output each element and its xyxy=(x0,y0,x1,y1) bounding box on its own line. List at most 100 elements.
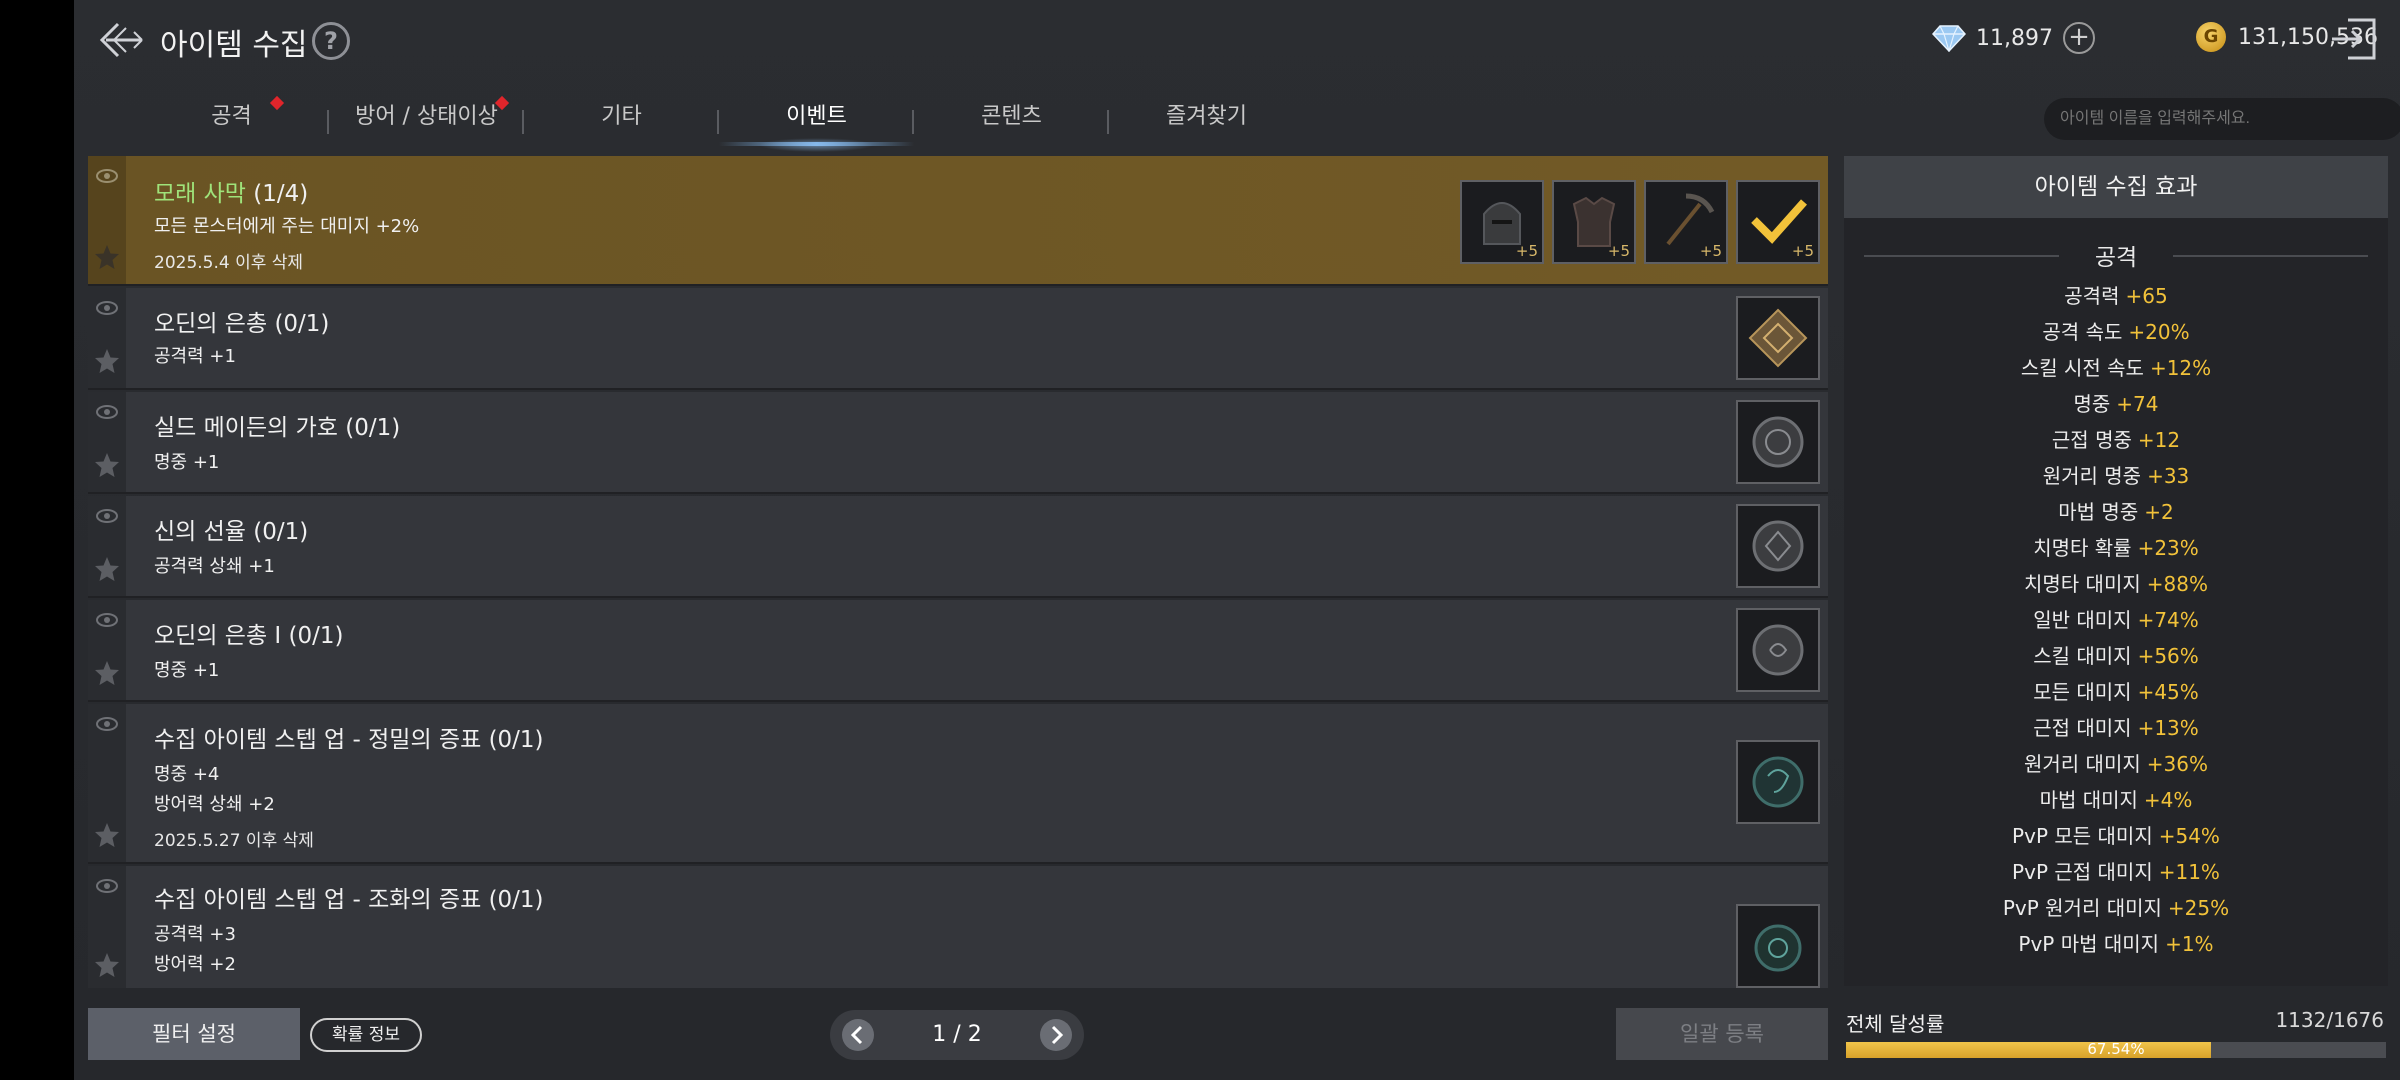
item-slot[interactable]: +5 xyxy=(1460,180,1544,264)
stat-row: 마법 명중 +2 xyxy=(1844,496,2388,525)
next-page-button[interactable] xyxy=(1040,1019,1072,1051)
item-slot[interactable] xyxy=(1736,740,1820,824)
tab-label: 콘텐츠 xyxy=(981,104,1042,129)
diamond-currency: 11,897 + xyxy=(1932,22,2095,54)
collection-name: 신의 선율 (0/1) xyxy=(154,512,308,546)
item-slot[interactable] xyxy=(1736,296,1820,380)
collection-progress: (0/1) xyxy=(274,311,330,337)
collection-progress: (0/1) xyxy=(488,727,544,753)
stat-value: +65 xyxy=(2125,284,2168,308)
collection-row[interactable]: 오딘의 은총 I (0/1) 명중 +1 xyxy=(88,600,1828,702)
exit-button[interactable] xyxy=(2328,16,2378,62)
collection-name: 실드 메이든의 가호 (0/1) xyxy=(154,408,400,442)
stat-row: 스킬 대미지 +56% xyxy=(1844,640,2388,669)
stat-label: 스킬 시전 속도 xyxy=(2020,356,2144,380)
add-diamond-button[interactable]: + xyxy=(2062,22,2095,54)
star-icon[interactable] xyxy=(94,244,120,270)
item-slot[interactable] xyxy=(1736,904,1820,988)
collection-effect: 명중 +1 xyxy=(154,452,220,473)
coin-emblem-icon xyxy=(1752,624,1804,676)
panel-title: 아이템 수집 효과 xyxy=(1844,156,2388,218)
collection-name: 수집 아이템 스텝 업 - 조화의 증표 (0/1) xyxy=(154,880,544,914)
chevron-left-icon xyxy=(850,1025,863,1045)
eye-icon[interactable] xyxy=(96,168,118,184)
stat-label: 마법 대미지 xyxy=(2039,788,2138,812)
prev-page-button[interactable] xyxy=(842,1019,874,1051)
star-icon[interactable] xyxy=(94,660,120,686)
eye-icon[interactable] xyxy=(96,612,118,628)
collection-progress: (0/1) xyxy=(488,887,544,913)
tab-favorites[interactable]: 즐겨찾기 xyxy=(1109,92,1304,152)
batch-register-button[interactable]: 일괄 등록 xyxy=(1616,1008,1828,1060)
eye-icon[interactable] xyxy=(96,508,118,524)
expiry-note: 2025.5.27 이후 삭제 xyxy=(154,831,314,851)
star-icon[interactable] xyxy=(94,452,120,478)
collection-effect: 명중 +4 xyxy=(154,764,220,785)
stat-value: +13% xyxy=(2137,716,2199,740)
stat-row: 치명타 대미지 +88% xyxy=(1844,568,2388,597)
tab-attack[interactable]: 공격 xyxy=(134,92,329,152)
tab-defense-status[interactable]: 방어 / 상태이상 xyxy=(329,92,524,152)
enhance-level: +5 xyxy=(1607,242,1630,260)
collection-row-sand-desert[interactable]: 모래 사막 (1/4) 모든 몬스터에게 주는 대미지 +2% 2025.5.4… xyxy=(88,156,1828,286)
collection-list: 모래 사막 (1/4) 모든 몬스터에게 주는 대미지 +2% 2025.5.4… xyxy=(88,156,1828,988)
collection-row[interactable]: 신의 선율 (0/1) 공격력 상쇄 +1 xyxy=(88,496,1828,598)
eye-icon[interactable] xyxy=(96,404,118,420)
collection-effect: 방어력 +2 xyxy=(154,954,236,975)
stat-value: +36% xyxy=(2146,752,2208,776)
diamond-amount: 11,897 xyxy=(1976,25,2053,51)
item-slot[interactable]: +5 xyxy=(1552,180,1636,264)
star-icon[interactable] xyxy=(94,348,120,374)
item-slot[interactable]: +5 xyxy=(1644,180,1728,264)
stat-label: 공격력 xyxy=(2064,284,2120,308)
page-title: 아이템 수집 xyxy=(160,28,308,63)
tab-other[interactable]: 기타 xyxy=(524,92,719,152)
diamond-icon xyxy=(1932,25,1966,52)
item-slot[interactable] xyxy=(1736,608,1820,692)
stat-label: 마법 명중 xyxy=(2058,500,2139,524)
filter-settings-button[interactable]: 필터 설정 xyxy=(88,1008,300,1060)
collection-effect: 공격력 +3 xyxy=(154,924,236,945)
tab-label: 공격 xyxy=(211,104,252,129)
page-indicator: 1 / 2 xyxy=(932,1022,982,1047)
collection-progress: (0/1) xyxy=(288,623,344,649)
probability-info-button[interactable]: 확률 정보 xyxy=(310,1018,422,1052)
collection-effect: 명중 +1 xyxy=(154,660,220,681)
stat-row: PvP 모든 대미지 +54% xyxy=(1844,820,2388,849)
eye-icon[interactable] xyxy=(96,878,118,894)
stat-label: PvP 원거리 대미지 xyxy=(2002,896,2162,920)
collection-progress: (0/1) xyxy=(253,519,309,545)
star-icon[interactable] xyxy=(94,822,120,848)
collection-title: 모래 사막 xyxy=(154,181,246,207)
tab-event[interactable]: 이벤트 xyxy=(719,92,914,152)
chevron-right-icon xyxy=(1051,1025,1064,1045)
stat-row: 원거리 대미지 +36% xyxy=(1844,748,2388,777)
star-icon[interactable] xyxy=(94,952,120,978)
enhance-level: +5 xyxy=(1791,242,1814,260)
item-slot[interactable] xyxy=(1736,400,1820,484)
item-slot[interactable] xyxy=(1736,504,1820,588)
new-indicator-icon xyxy=(269,95,285,111)
item-search-input[interactable] xyxy=(2044,98,2400,140)
back-button[interactable] xyxy=(96,18,146,62)
collection-row[interactable]: 실드 메이든의 가호 (0/1) 명중 +1 xyxy=(88,392,1828,494)
stat-row: 일반 대미지 +74% xyxy=(1844,604,2388,633)
stat-row: 스킬 시전 속도 +12% xyxy=(1844,352,2388,381)
stat-row: 치명타 확률 +23% xyxy=(1844,532,2388,561)
eye-icon[interactable] xyxy=(96,300,118,316)
eye-icon[interactable] xyxy=(96,716,118,732)
token-emblem-icon xyxy=(1754,924,1802,972)
stat-value: +88% xyxy=(2146,572,2208,596)
item-slot[interactable]: +5 xyxy=(1736,180,1820,264)
collection-title: 오딘의 은총 I xyxy=(154,623,282,649)
collection-row[interactable]: 수집 아이템 스텝 업 - 정밀의 증표 (0/1) 명중 +4 방어력 상쇄 … xyxy=(88,704,1828,864)
tab-content[interactable]: 콘텐츠 xyxy=(914,92,1109,152)
progress-percent: 67.54% xyxy=(2087,1040,2145,1058)
stat-label: 치명타 확률 xyxy=(2033,536,2132,560)
active-tab-glow xyxy=(759,138,874,152)
stat-value: +23% xyxy=(2137,536,2199,560)
help-icon[interactable]: ? xyxy=(312,22,350,60)
collection-row[interactable]: 수집 아이템 스텝 업 - 조화의 증표 (0/1) 공격력 +3 방어력 +2 xyxy=(88,866,1828,988)
collection-row[interactable]: 오딘의 은총 (0/1) 공격력 +1 xyxy=(88,288,1828,390)
star-icon[interactable] xyxy=(94,556,120,582)
